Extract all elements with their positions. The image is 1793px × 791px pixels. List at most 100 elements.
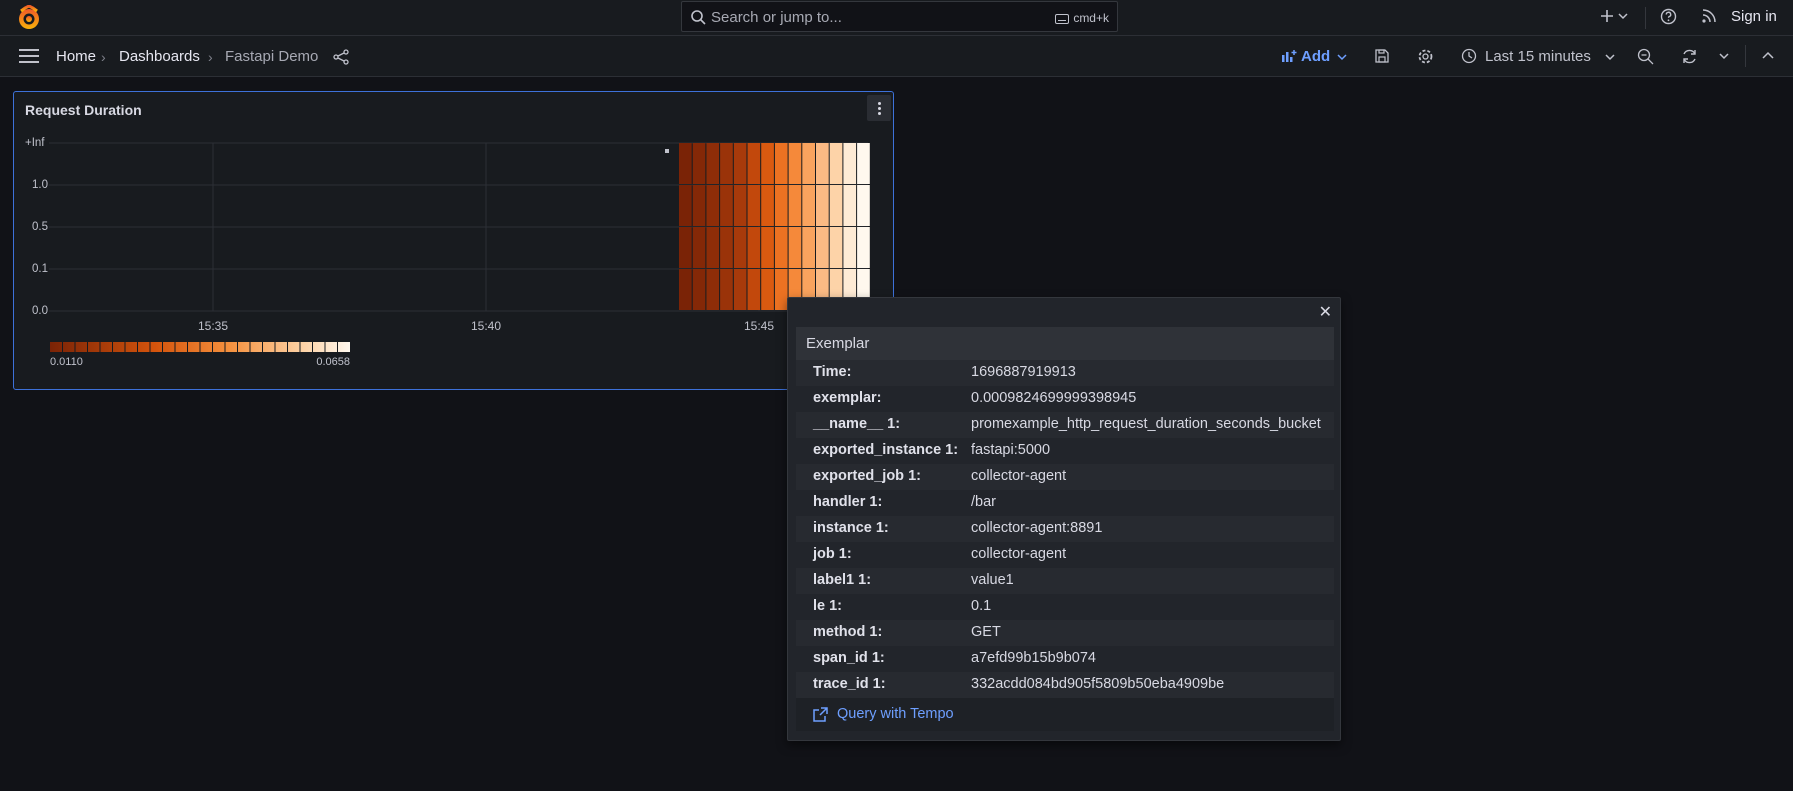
exemplar-row-key: label1 1: — [813, 572, 872, 588]
request-duration-panel[interactable]: Request Duration +Inf 1.0 0.5 0.1 0.0 15… — [13, 91, 894, 390]
search-input[interactable]: Search or jump to... cmd+k — [681, 1, 1118, 32]
exemplar-row: exemplar: 0.0009824699999398945 — [796, 386, 1334, 412]
heatmap-cell[interactable] — [788, 227, 802, 268]
heatmap-cell[interactable] — [829, 143, 843, 184]
exemplar-row: trace_id 1: 332acdd084bd905f5809b50eba490… — [796, 672, 1334, 698]
heatmap-cell[interactable] — [692, 143, 706, 184]
query-with-tempo-link[interactable]: Query with Tempo — [796, 698, 1334, 731]
heatmap-cell[interactable] — [747, 227, 761, 268]
heatmap-cell[interactable] — [829, 227, 843, 268]
heatmap-cell[interactable] — [720, 227, 733, 268]
heatmap-cell[interactable] — [706, 227, 720, 268]
y-tick-label: +Inf — [25, 137, 45, 149]
add-button-label: Add — [1301, 48, 1331, 65]
heatmap-cell[interactable] — [843, 143, 857, 184]
share-icon[interactable] — [333, 49, 349, 65]
heatmap-cell[interactable] — [802, 227, 815, 268]
breadcrumb-home[interactable]: Home — [56, 48, 96, 65]
exemplar-row-key: le 1: — [813, 598, 843, 614]
exemplar-row-value: collector-agent — [971, 468, 1067, 484]
heatmap-cell[interactable] — [761, 185, 774, 226]
heatmap-cell[interactable] — [857, 185, 870, 226]
search-shortcut: cmd+k — [1055, 11, 1109, 25]
heatmap-cell[interactable] — [816, 185, 829, 226]
rss-news-icon[interactable] — [1701, 8, 1717, 24]
save-icon[interactable] — [1374, 48, 1390, 64]
heatmap-cell[interactable] — [843, 185, 857, 226]
heatmap-cell[interactable] — [788, 185, 802, 226]
exemplar-row-key: Time: — [813, 364, 852, 380]
heatmap-cell[interactable] — [774, 143, 788, 184]
time-range-picker[interactable]: Last 15 minutes — [1461, 48, 1615, 65]
add-button[interactable]: Add — [1281, 48, 1351, 65]
exemplar-row-key: __name__ 1: — [813, 416, 901, 432]
heatmap-cell[interactable] — [802, 143, 815, 184]
heatmap-cell[interactable] — [720, 185, 733, 226]
heatmap-cell[interactable] — [774, 269, 788, 310]
chevron-up-icon[interactable] — [1762, 51, 1774, 59]
heatmap-cell[interactable] — [692, 185, 706, 226]
heatmap-cell[interactable] — [761, 227, 774, 268]
exemplar-row-key: job 1: — [813, 546, 852, 562]
settings-gear-icon[interactable] — [1417, 48, 1434, 65]
new-plus-icon[interactable] — [1599, 8, 1615, 24]
heatmap-cell[interactable] — [747, 269, 761, 310]
y-tick-label: 0.5 — [32, 221, 48, 233]
heatmap-cell[interactable] — [747, 143, 761, 184]
heatmap-cell[interactable] — [679, 143, 692, 184]
heatmap-cell[interactable] — [761, 269, 774, 310]
exemplar-tooltip: ✕ Exemplar Time: 1696887919913 exemplar: 0.… — [787, 297, 1341, 741]
heatmap-cell[interactable] — [706, 143, 720, 184]
heatmap-cell[interactable] — [679, 227, 692, 268]
heatmap-cell[interactable] — [774, 185, 788, 226]
heatmap-cell[interactable] — [802, 185, 815, 226]
heatmap-cell[interactable] — [733, 185, 747, 226]
heatmap-cell[interactable] — [733, 269, 747, 310]
grafana-logo-icon[interactable] — [16, 5, 42, 31]
heatmap-cell[interactable] — [843, 227, 857, 268]
refresh-icon[interactable] — [1681, 48, 1698, 65]
heatmap-cell[interactable] — [679, 185, 692, 226]
search-placeholder: Search or jump to... — [711, 9, 842, 26]
add-panel-icon — [1282, 50, 1297, 62]
heatmap-cell[interactable] — [733, 143, 747, 184]
heatmap-cell[interactable] — [857, 227, 870, 268]
exemplar-row-value: 0.1 — [971, 598, 992, 614]
heatmap-cell[interactable] — [692, 269, 706, 310]
exemplar-row-key: exemplar: — [813, 390, 882, 406]
clock-icon — [1461, 48, 1477, 64]
exemplar-table: Time: 1696887919913 exemplar: 0.00098246999… — [796, 360, 1334, 698]
heatmap-cell[interactable] — [747, 185, 761, 226]
menu-icon[interactable] — [19, 49, 39, 63]
heatmap-cell[interactable] — [788, 143, 802, 184]
chevron-down-icon[interactable] — [1719, 52, 1729, 60]
exemplar-row-value: 1696887919913 — [971, 364, 1076, 380]
exemplar-row-key: span_id 1: — [813, 650, 885, 666]
heatmap-cell[interactable] — [816, 143, 829, 184]
heatmap-cell[interactable] — [857, 143, 870, 184]
heatmap-chart: +Inf 1.0 0.5 0.1 0.0 15:35 15:40 15:45 0… — [25, 137, 870, 368]
heatmap-cell[interactable] — [720, 143, 733, 184]
heatmap-cell[interactable] — [761, 143, 774, 184]
zoom-out-icon[interactable] — [1637, 48, 1654, 65]
heatmap-cell[interactable] — [829, 185, 843, 226]
heatmap-cell[interactable] — [733, 227, 747, 268]
breadcrumb-dashboards[interactable]: Dashboards — [119, 48, 200, 65]
heatmap-cell[interactable] — [816, 227, 829, 268]
heatmap-cell[interactable] — [774, 227, 788, 268]
x-tick-label: 15:45 — [744, 319, 774, 333]
exemplar-marker[interactable] — [665, 149, 669, 153]
heatmap-cell[interactable] — [679, 269, 692, 310]
heatmap-cell[interactable] — [720, 269, 733, 310]
heatmap-cell[interactable] — [706, 185, 720, 226]
heatmap-cell[interactable] — [706, 269, 720, 310]
heatmap-cell[interactable] — [692, 227, 706, 268]
close-icon[interactable]: ✕ — [1319, 302, 1332, 322]
exemplar-title: Exemplar — [806, 335, 870, 352]
exemplar-row: method 1: GET — [796, 620, 1334, 646]
chevron-down-icon[interactable] — [1618, 12, 1628, 20]
sign-in-link[interactable]: Sign in — [1731, 8, 1777, 25]
external-link-icon — [813, 707, 828, 722]
exemplar-row-value: GET — [971, 624, 1001, 640]
help-icon[interactable] — [1660, 8, 1677, 25]
